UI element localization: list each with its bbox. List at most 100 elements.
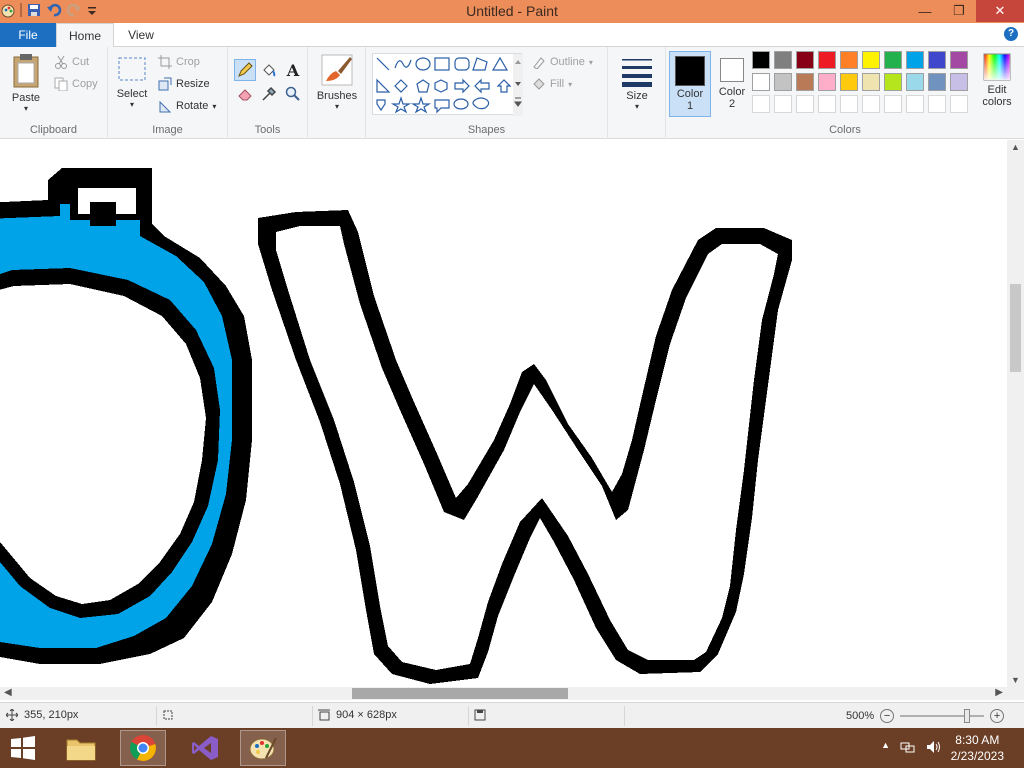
brushes-button[interactable]: Brushes ▾ — [314, 53, 360, 111]
fill-button[interactable]: Fill ▾ — [532, 77, 572, 91]
title-bar: Untitled - Paint — ❐ ✕ — [0, 0, 1024, 23]
minimize-button[interactable]: — — [908, 0, 942, 22]
fill-tool[interactable] — [258, 59, 280, 81]
clock-date: 2/23/2023 — [950, 749, 1004, 763]
palette-color-swatch[interactable] — [950, 73, 968, 91]
size-group: Size ▾ — [608, 47, 666, 139]
help-button[interactable]: ? — [1004, 27, 1018, 41]
color1-button[interactable]: Color 1 — [669, 51, 711, 117]
scroll-corner — [1007, 687, 1024, 700]
scroll-left-arrow[interactable]: ◀ — [4, 687, 12, 698]
palette-custom-empty-swatch[interactable] — [774, 95, 792, 113]
cut-button[interactable]: Cut — [54, 55, 89, 69]
vertical-scrollbar[interactable]: ▲ ▼ — [1007, 140, 1024, 687]
palette-color-swatch[interactable] — [818, 73, 836, 91]
palette-custom-empty-swatch[interactable] — [950, 95, 968, 113]
palette-custom-empty-swatch[interactable] — [928, 95, 946, 113]
copy-button[interactable]: Copy — [54, 77, 98, 91]
palette-color-swatch[interactable] — [906, 51, 924, 69]
edit-colors-button[interactable]: Edit colors — [976, 53, 1018, 108]
palette-color-swatch[interactable] — [840, 51, 858, 69]
palette-custom-empty-swatch[interactable] — [752, 95, 770, 113]
eraser-tool[interactable] — [234, 83, 256, 105]
crop-icon — [158, 55, 172, 69]
palette-color-swatch[interactable] — [774, 51, 792, 69]
palette-color-swatch[interactable] — [950, 51, 968, 69]
palette-color-swatch[interactable] — [796, 51, 814, 69]
palette-color-swatch[interactable] — [928, 51, 946, 69]
palette-color-swatch[interactable] — [796, 73, 814, 91]
palette-custom-empty-swatch[interactable] — [884, 95, 902, 113]
taskbar-file-explorer[interactable] — [58, 730, 104, 766]
select-button[interactable]: Select ▾ — [112, 53, 152, 109]
zoom-controls: 500% − + — [846, 709, 1005, 723]
eraser-icon — [238, 89, 252, 101]
edit-colors-label-line2: colors — [982, 96, 1012, 108]
show-hidden-icons-icon[interactable]: ▲ — [881, 740, 890, 754]
tab-file[interactable]: File — [0, 23, 56, 47]
taskbar-chrome[interactable] — [120, 730, 166, 766]
network-icon[interactable] — [900, 740, 916, 754]
taskbar: ▲ 8:30 AM 2/23/2023 — [0, 728, 1024, 768]
palette-color-swatch[interactable] — [752, 73, 770, 91]
zoom-out-button[interactable]: − — [880, 709, 895, 723]
palette-color-swatch[interactable] — [818, 51, 836, 69]
size-button[interactable]: Size ▾ — [616, 53, 658, 111]
resize-label: Resize — [176, 78, 210, 90]
brush-icon — [321, 54, 353, 86]
cut-label: Cut — [72, 56, 90, 68]
volume-icon[interactable] — [926, 740, 942, 754]
palette-color-swatch[interactable] — [752, 51, 770, 69]
palette-color-swatch[interactable] — [774, 73, 792, 91]
taskbar-paint[interactable] — [240, 730, 286, 766]
color-picker-tool[interactable] — [258, 83, 280, 105]
palette-color-swatch[interactable] — [884, 51, 902, 69]
scroll-right-arrow[interactable]: ▶ — [995, 687, 1003, 698]
palette-custom-empty-swatch[interactable] — [862, 95, 880, 113]
palette-color-swatch[interactable] — [840, 73, 858, 91]
paste-button[interactable]: Paste ▾ — [4, 51, 48, 113]
horizontal-scroll-thumb[interactable] — [352, 688, 568, 699]
rotate-button[interactable]: Rotate ▾ — [158, 99, 216, 113]
crop-button[interactable]: Crop — [158, 55, 200, 69]
color2-button[interactable]: Color 2 — [712, 51, 752, 110]
zoom-slider[interactable] — [900, 709, 985, 723]
visual-studio-icon — [192, 736, 218, 760]
outline-button[interactable]: Outline ▾ — [532, 55, 593, 69]
start-button[interactable] — [0, 730, 46, 766]
palette-color-swatch[interactable] — [862, 73, 880, 91]
shapes-gallery[interactable] — [372, 53, 523, 116]
resize-icon — [158, 77, 172, 91]
eyedropper-icon — [262, 86, 277, 101]
tab-home[interactable]: Home — [56, 23, 114, 48]
paint-bucket-icon — [263, 64, 276, 77]
scroll-down-arrow[interactable]: ▼ — [1011, 675, 1020, 685]
palette-color-swatch[interactable] — [884, 73, 902, 91]
palette-color-swatch[interactable] — [862, 51, 880, 69]
scroll-up-arrow[interactable]: ▲ — [1011, 142, 1020, 152]
palette-custom-empty-swatch[interactable] — [796, 95, 814, 113]
close-button[interactable]: ✕ — [976, 0, 1024, 22]
resize-button[interactable]: Resize — [158, 77, 210, 91]
palette-color-swatch[interactable] — [906, 73, 924, 91]
image-size: 904 × 628px — [318, 709, 397, 721]
pencil-tool[interactable] — [234, 59, 256, 81]
taskbar-visual-studio[interactable] — [182, 730, 228, 766]
palette-custom-empty-swatch[interactable] — [840, 95, 858, 113]
magnifier-tool[interactable] — [282, 83, 304, 105]
edit-colors-label-line1: Edit — [987, 84, 1007, 96]
palette-custom-empty-swatch[interactable] — [906, 95, 924, 113]
restore-button[interactable]: ❐ — [942, 0, 976, 22]
palette-custom-empty-swatch[interactable] — [818, 95, 836, 113]
zoom-in-button[interactable]: + — [990, 709, 1005, 723]
vertical-scroll-thumb[interactable] — [1010, 284, 1021, 372]
colors-group-label: Colors — [829, 124, 861, 136]
color2-label-line2: 2 — [728, 98, 736, 110]
palette-color-swatch[interactable] — [928, 73, 946, 91]
text-tool[interactable]: A — [282, 59, 304, 81]
horizontal-scrollbar[interactable]: ◀ ▶ — [0, 687, 1007, 700]
tab-view[interactable]: View — [114, 23, 168, 47]
drawing-canvas[interactable] — [0, 140, 1007, 687]
taskbar-clock[interactable]: 8:30 AM 2/23/2023 — [951, 732, 1004, 764]
select-label: Select — [116, 88, 148, 100]
